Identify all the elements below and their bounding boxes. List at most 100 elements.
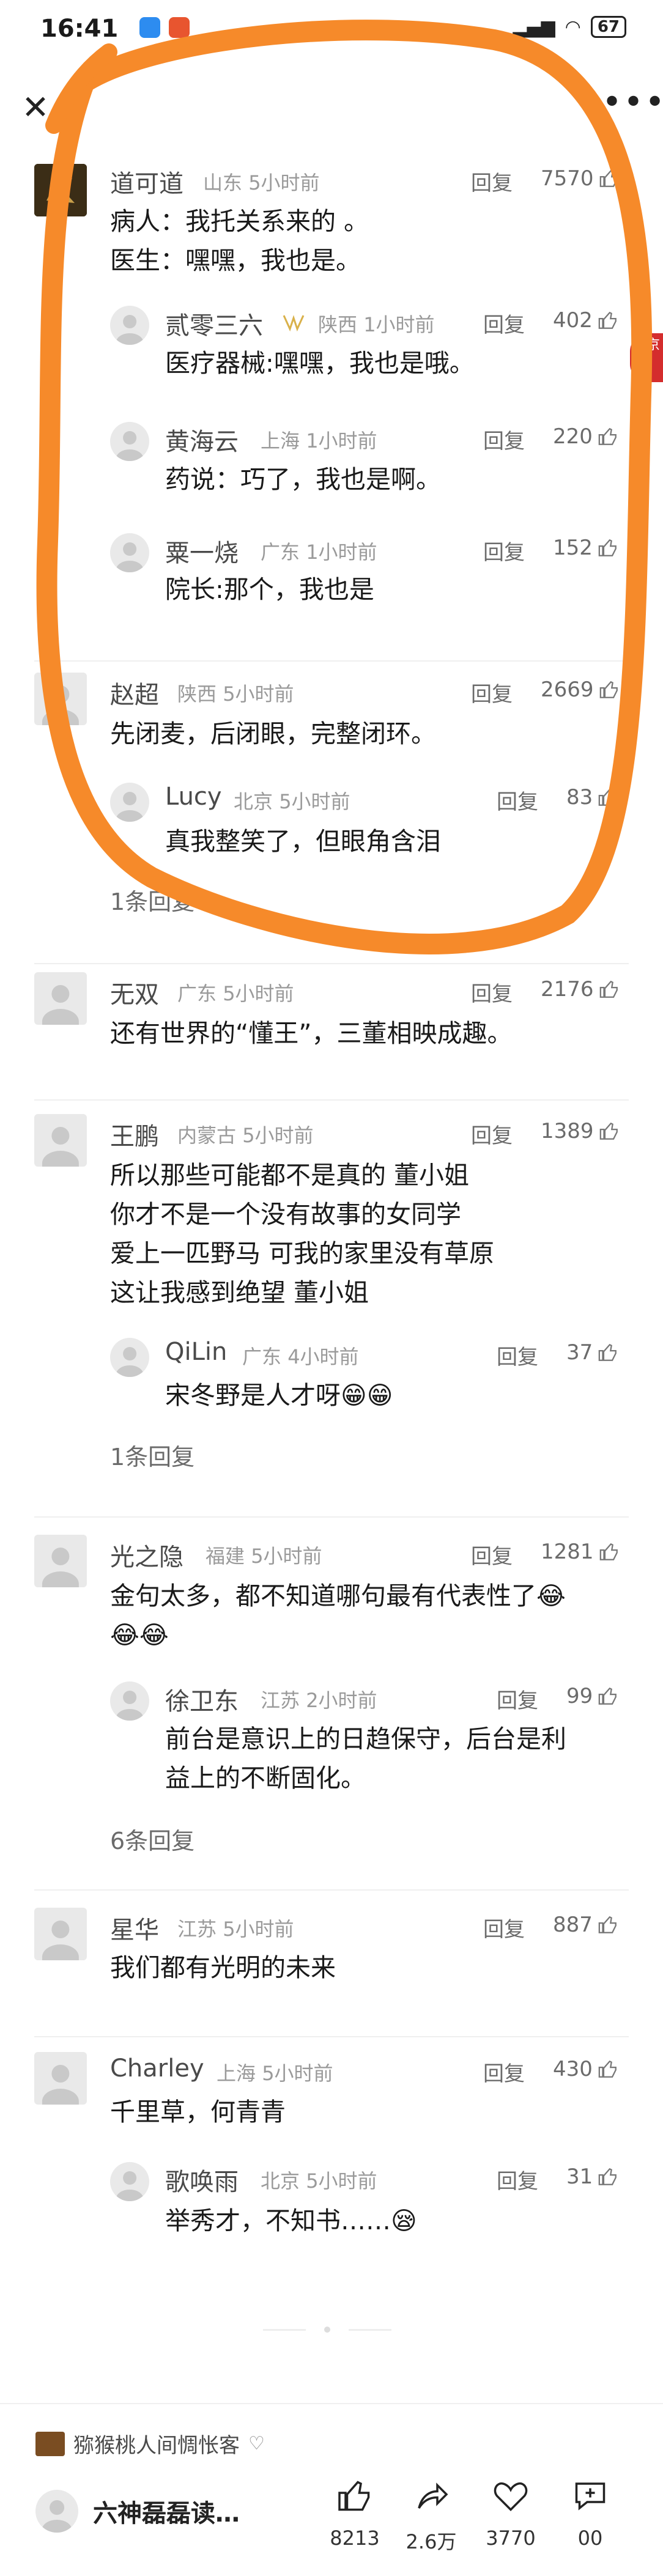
comment-author[interactable]: Charley	[110, 2054, 204, 2083]
reply-button[interactable]: 回复	[483, 1913, 525, 1943]
share-total: 2.6万	[406, 2530, 457, 2553]
like-button[interactable]: 430	[553, 2057, 618, 2081]
app-notification-icon	[139, 17, 160, 38]
reply-author[interactable]: Lucy	[165, 783, 222, 811]
reply-button[interactable]: 回复	[471, 977, 513, 1007]
reply-location: 广东	[242, 1345, 282, 1368]
comment-author[interactable]: 无双	[110, 975, 159, 1010]
comment-meta: 山东 5小时前	[203, 168, 320, 196]
share-action[interactable]: 2.6万	[404, 2478, 459, 2555]
like-button[interactable]: 402	[553, 308, 618, 333]
like-button[interactable]: 887	[553, 1913, 618, 1937]
expand-replies-link[interactable]: 6条回复	[110, 1822, 194, 1856]
reply-text: 真我整笑了，但眼角含泪	[165, 827, 441, 856]
reply-button[interactable]: 回复	[483, 2057, 525, 2087]
comment-input[interactable]: 六神磊磊读…	[35, 2490, 240, 2533]
more-options-button[interactable]: •••	[602, 86, 663, 125]
close-icon[interactable]: ✕	[18, 90, 53, 125]
reply-button[interactable]: 回复	[471, 1540, 513, 1570]
expand-replies-link[interactable]: 1条回复	[110, 1438, 194, 1472]
reply-button[interactable]: 回复	[483, 536, 525, 566]
like-button[interactable]: 220	[553, 424, 618, 449]
favorite-action[interactable]: 3770	[483, 2478, 538, 2550]
like-button[interactable]: 83	[566, 785, 618, 810]
like-button[interactable]: 2176	[541, 977, 620, 1002]
reply-author[interactable]: QiLin	[165, 1338, 227, 1366]
author-row[interactable]: 猕猴桃人间惆怅客 ♡	[35, 2429, 265, 2459]
author-avatar	[35, 2431, 65, 2456]
avatar[interactable]	[110, 533, 149, 572]
avatar[interactable]	[110, 783, 149, 822]
comment-item: Charley 上海 5小时前 回复 430 千里草，何青青 歌唤雨 北京 5小…	[0, 2052, 663, 2297]
avatar[interactable]	[34, 673, 87, 725]
reply-button[interactable]: 回复	[471, 1119, 513, 1149]
like-button[interactable]: 99	[566, 1684, 618, 1708]
avatar[interactable]	[34, 1114, 87, 1167]
like-count: 31	[566, 2165, 593, 2189]
avatar[interactable]	[110, 2162, 149, 2201]
avatar[interactable]	[110, 1681, 149, 1721]
like-action[interactable]: 8213	[327, 2478, 382, 2550]
reply-button[interactable]: 回复	[497, 1340, 538, 1370]
signal-icon: ▂▄▆	[513, 16, 555, 38]
reply-time: 1小时前	[306, 429, 377, 452]
thumb-up-icon	[599, 1543, 618, 1560]
comment-item: 道可道 山东 5小时前 回复 7570 病人：我托关系来的 。 医生：嘿嘿，我也…	[0, 159, 663, 660]
reply-author[interactable]: 徐卫东	[165, 1681, 239, 1717]
like-button[interactable]: 31	[566, 2165, 618, 2189]
thumb-up-icon	[598, 788, 617, 806]
comment-author[interactable]: 光之隐	[110, 1537, 183, 1573]
reply-button[interactable]: 回复	[497, 2165, 538, 2194]
reply-author[interactable]: 歌唤雨	[165, 2162, 239, 2198]
reply-author[interactable]: 黄海云	[165, 422, 239, 457]
reply-button[interactable]: 回复	[483, 308, 525, 338]
like-button[interactable]: 152	[553, 536, 618, 560]
comment-action[interactable]: 00	[563, 2478, 618, 2550]
expand-replies-link[interactable]: 1条回复	[110, 883, 194, 917]
comment-item: 光之隐 福建 5小时前 回复 1281 金句太多，都不知道哪句最有代表性了😂 😂…	[0, 1535, 663, 1877]
avatar[interactable]	[34, 1535, 87, 1587]
comment-author[interactable]: 道可道	[110, 164, 183, 199]
avatar[interactable]	[34, 1908, 87, 1960]
avatar[interactable]	[34, 2052, 87, 2105]
comment-author[interactable]: 赵超	[110, 675, 159, 710]
comment-author[interactable]: 星华	[110, 1910, 159, 1946]
reply-text: 宋冬野是人才呀😁😁	[165, 1381, 393, 1410]
avatar[interactable]	[110, 422, 149, 461]
comment-time: 5小时前	[262, 2062, 333, 2085]
comment-meta: 陕西 5小时前	[177, 679, 294, 707]
like-button[interactable]: 2669	[541, 677, 620, 702]
system-icons: ▂▄▆ ◠ 67	[513, 16, 626, 38]
reply-button[interactable]: 回复	[497, 785, 538, 815]
reply-button[interactable]: 回复	[471, 166, 513, 196]
like-count: 7570	[541, 166, 594, 191]
comment-meta: 广东 5小时前	[177, 978, 294, 1006]
reply-meta: 北京 5小时前	[261, 2166, 377, 2194]
like-button[interactable]: 7570	[541, 166, 620, 191]
avatar[interactable]	[34, 972, 87, 1025]
avatar[interactable]	[110, 306, 149, 345]
comment-time: 5小时前	[251, 1544, 322, 1568]
reply-meta: 陕西 1小时前	[318, 309, 435, 338]
like-count: 2669	[541, 677, 594, 702]
comment-text: 我们都有光明的未来	[110, 1953, 336, 1982]
thumb-up-icon	[598, 1916, 617, 1933]
like-button[interactable]: 1389	[541, 1119, 620, 1143]
author-name: 猕猴桃人间惆怅客	[73, 2434, 240, 2458]
like-button[interactable]: 37	[566, 1340, 618, 1365]
reply-button[interactable]: 回复	[471, 677, 513, 707]
reply-button[interactable]: 回复	[497, 1684, 538, 1714]
share-icon	[418, 2482, 448, 2509]
like-button[interactable]: 1281	[541, 1540, 620, 1564]
heart-icon: ♡	[248, 2433, 265, 2454]
like-total: 8213	[330, 2526, 380, 2550]
comment-text: 千里草，何青青	[110, 2097, 286, 2127]
avatar[interactable]	[110, 1338, 149, 1377]
reply-author[interactable]: 贰零三六	[165, 306, 263, 341]
reply-author[interactable]: 粟一烧	[165, 533, 239, 569]
avatar[interactable]	[34, 164, 87, 216]
divider	[34, 1889, 629, 1891]
comment-author[interactable]: 王鹏	[110, 1116, 159, 1152]
comment-item: 星华 江苏 5小时前 回复 887 我们都有光明的未来	[0, 1908, 663, 2030]
reply-button[interactable]: 回复	[483, 424, 525, 454]
